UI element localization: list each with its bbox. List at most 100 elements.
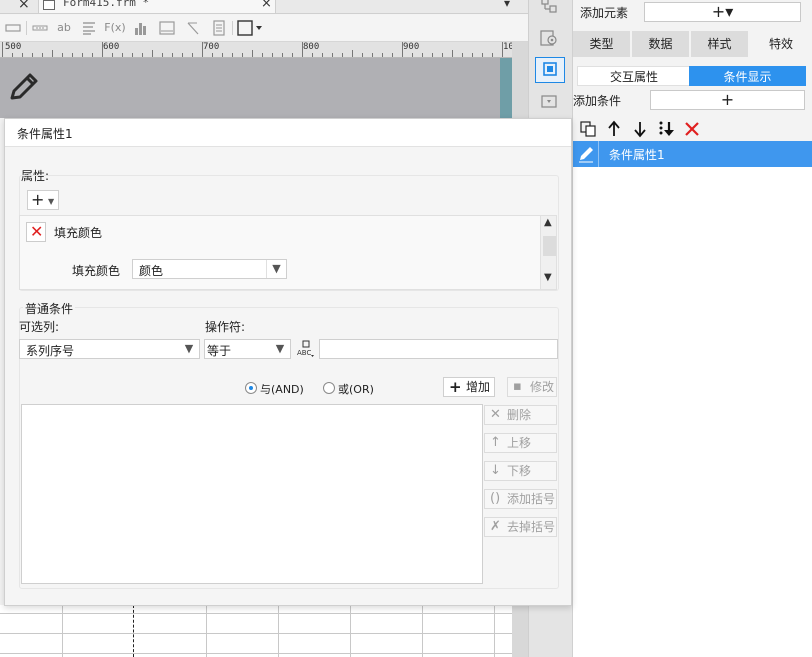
condition-value-input[interactable] — [319, 339, 558, 359]
delete-condition-icon[interactable] — [683, 120, 701, 138]
canvas-selection-edge — [500, 58, 512, 118]
fill-color-select[interactable]: 颜色 ▼ — [132, 259, 287, 279]
grid-line — [0, 653, 512, 654]
subtab-interaction[interactable]: 交互属性 — [577, 66, 691, 86]
document-tab-title: Form415.frm * — [63, 0, 150, 9]
close-panel-icon[interactable]: × — [18, 0, 30, 12]
edit-pencil-icon — [573, 141, 599, 167]
radio-and-indicator — [245, 382, 257, 394]
pencil-icon — [6, 70, 42, 106]
radio-and-label: 与(AND) — [260, 383, 304, 396]
report-grid[interactable] — [0, 605, 512, 657]
ruler-tick — [382, 53, 383, 57]
toolbar-separator — [26, 21, 27, 35]
condition-list-item[interactable]: 条件属性1 — [573, 141, 812, 167]
properties-tabs: 类型 数据 样式 特效 — [573, 31, 812, 57]
ruler-tick — [262, 53, 263, 57]
radio-or-label: 或(OR) — [338, 383, 374, 396]
scrollbar-thumb[interactable] — [543, 236, 556, 256]
ruler-tick — [152, 50, 153, 57]
radio-or-indicator — [323, 382, 335, 394]
tab-style[interactable]: 样式 — [691, 31, 749, 57]
page-icon[interactable] — [210, 20, 228, 36]
ruler-tick — [32, 53, 33, 57]
image-icon[interactable] — [158, 20, 176, 36]
ruler-tick — [372, 53, 373, 57]
ruler-tick — [252, 50, 253, 57]
chevron-down-icon: ▼ — [184, 342, 194, 355]
scroll-up-icon[interactable]: ▲ — [544, 217, 552, 228]
remove-property-button[interactable]: ✕ — [26, 222, 46, 242]
condition-list: 条件属性1 — [573, 141, 812, 657]
subtab-conditional-display[interactable]: 条件显示 — [689, 66, 806, 86]
ruler-tick — [472, 53, 473, 57]
remove-bracket-button[interactable]: ✗ 去掉括号 — [484, 517, 557, 537]
operator-select-value: 等于 — [207, 344, 232, 358]
add-bracket-label: 添加括号 — [507, 492, 556, 506]
move-down-button[interactable]: ↓ 下移 — [484, 461, 557, 481]
tab-data[interactable]: 数据 — [632, 31, 690, 57]
operator-label: 操作符: — [205, 320, 246, 334]
ruler-tick — [292, 53, 293, 57]
grid-line — [0, 633, 512, 634]
column-select[interactable]: 系列序号 ▼ — [19, 339, 200, 359]
ruler-tick — [182, 53, 183, 57]
modify-button[interactable]: ▪ 修改 — [507, 377, 557, 397]
ruler-tick — [412, 53, 413, 57]
add-condition-label: 添加条件 — [573, 94, 622, 108]
arrow-down-icon[interactable] — [631, 120, 649, 138]
tab-effects[interactable]: 特效 — [750, 31, 812, 57]
grid-line — [350, 605, 351, 657]
scroll-down-icon[interactable]: ▼ — [544, 272, 552, 283]
tab-type[interactable]: 类型 — [573, 31, 631, 57]
chart-icon[interactable] — [132, 20, 150, 36]
dot-dash-icon[interactable] — [31, 20, 49, 36]
copy-icon[interactable] — [579, 120, 597, 138]
delete-button-label: 删除 — [507, 408, 532, 422]
chevron-down-icon: ▼ — [275, 342, 285, 355]
ruler-label: 600 — [103, 42, 120, 52]
ruler-tick — [332, 53, 333, 57]
add-element-button[interactable]: +▾ — [644, 2, 801, 22]
ruler-label: 900 — [403, 42, 420, 52]
move-down-label: 下移 — [507, 464, 532, 478]
widget-box-icon[interactable] — [539, 92, 559, 112]
ruler-tick — [82, 53, 83, 57]
settings-gear-icon[interactable] — [539, 28, 559, 48]
add-condition-row-button[interactable]: + 增加 — [443, 377, 495, 397]
value-type-abc-icon[interactable]: ABC — [295, 338, 317, 360]
slash-icon[interactable] — [184, 20, 202, 36]
text-field-icon[interactable] — [4, 20, 22, 36]
move-to-bottom-icon[interactable] — [657, 120, 675, 138]
align-icon[interactable] — [80, 20, 98, 36]
arrow-up-icon[interactable] — [605, 120, 623, 138]
grid-line — [422, 605, 423, 657]
property-list: ✕ 填充颜色 填充颜色 颜色 ▼ ▲ ▼ — [19, 215, 557, 290]
add-property-button[interactable]: + ▼ — [27, 190, 59, 210]
plus-icon: + — [449, 378, 462, 396]
condition-property-dialog: 条件属性1 属性: + ▼ ✕ 填充颜色 填充颜色 颜色 ▼ ▲ ▼ 普通条件 … — [4, 118, 572, 606]
remove-bracket-icon: ✗ — [490, 519, 501, 534]
document-tab-close-icon[interactable]: × — [261, 0, 272, 11]
condition-list-area[interactable] — [21, 404, 483, 584]
formula-icon[interactable]: F(x) — [104, 20, 126, 36]
document-tab[interactable]: Form415.frm * × — [38, 0, 276, 14]
add-element-label: 添加元素 — [580, 6, 629, 20]
component-settings-tab[interactable] — [535, 57, 565, 83]
design-canvas[interactable] — [0, 58, 512, 118]
properties-panel: 添加元素 +▾ 类型 数据 样式 特效 交互属性 条件显示 添加条件 + 条件属… — [572, 0, 812, 657]
delete-button[interactable]: ✕ 删除 — [484, 405, 557, 425]
ruler-tick — [92, 53, 93, 57]
add-bracket-button[interactable]: () 添加括号 — [484, 489, 557, 509]
ruler-tick — [222, 53, 223, 57]
operator-select[interactable]: 等于 ▼ — [204, 339, 291, 359]
border-icon[interactable] — [237, 20, 265, 36]
move-up-button[interactable]: ↑ 上移 — [484, 433, 557, 453]
ab-icon[interactable]: ab — [55, 20, 73, 36]
ruler-tick — [162, 53, 163, 57]
tab-list-dropdown-icon[interactable]: ▾ — [504, 0, 510, 10]
structure-icon[interactable] — [539, 0, 559, 16]
add-condition-button[interactable]: + — [650, 90, 805, 110]
property-scrollbar[interactable]: ▲ ▼ — [540, 216, 556, 289]
ruler-tick — [242, 53, 243, 57]
